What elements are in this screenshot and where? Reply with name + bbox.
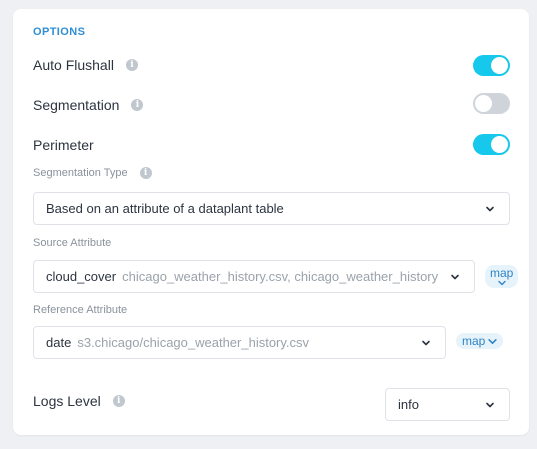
toggle-knob <box>491 57 508 74</box>
auto-flushall-label: Auto Flushall <box>33 57 114 73</box>
info-icon[interactable]: i <box>125 59 138 71</box>
segmentation-type-value: Based on an attribute of a dataplant tab… <box>46 201 284 216</box>
reference-attribute-label-row: Reference Attribute <box>33 304 127 316</box>
reference-attribute-select[interactable]: date s3.chicago/chicago_weather_history.… <box>33 326 446 359</box>
toggle-knob <box>475 95 492 112</box>
segmentation-type-label-row: Segmentation Type i <box>33 167 152 179</box>
perimeter-label: Perimeter <box>33 137 94 153</box>
segmentation-toggle[interactable] <box>473 93 510 114</box>
segmentation-type-label: Segmentation Type <box>33 167 128 179</box>
perimeter-row: Perimeter <box>33 137 94 153</box>
info-icon[interactable]: i <box>112 395 125 407</box>
perimeter-toggle[interactable] <box>473 134 510 155</box>
source-attribute-select[interactable]: cloud_cover chicago_weather_history.csv,… <box>33 260 475 293</box>
reference-map-button[interactable]: map <box>456 333 504 349</box>
segmentation-label: Segmentation <box>33 97 120 113</box>
source-attribute-source: chicago_weather_history.csv, chicago_wea… <box>122 269 438 284</box>
reference-attribute-source: s3.chicago/chicago_weather_history.csv <box>77 335 310 350</box>
chevron-down-icon <box>422 340 430 346</box>
source-map-button[interactable]: map <box>485 265 519 288</box>
reference-attribute-value: date <box>46 335 72 350</box>
chevron-down-icon <box>486 206 494 212</box>
info-icon[interactable]: i <box>139 167 152 179</box>
logs-level-row: Logs Level i <box>33 393 125 409</box>
auto-flushall-row: Auto Flushall i <box>33 57 138 73</box>
source-attribute-value: cloud_cover <box>46 269 117 284</box>
chevron-down-icon <box>451 274 459 280</box>
map-label: map <box>462 334 486 348</box>
section-title: OPTIONS <box>33 26 86 38</box>
chevron-down-icon <box>488 338 498 344</box>
map-label: map <box>490 266 514 280</box>
info-icon[interactable]: i <box>131 99 144 111</box>
chevron-down-icon <box>486 402 494 408</box>
source-attribute-label-row: Source Attribute <box>33 237 111 249</box>
toggle-knob <box>491 136 508 153</box>
chevron-down-icon <box>497 280 506 286</box>
auto-flushall-toggle[interactable] <box>473 55 510 76</box>
segmentation-type-select[interactable]: Based on an attribute of a dataplant tab… <box>33 192 510 225</box>
source-attribute-label: Source Attribute <box>33 237 112 249</box>
reference-attribute-label: Reference Attribute <box>33 304 128 316</box>
logs-level-select[interactable]: info <box>385 388 510 421</box>
logs-level-value: info <box>398 397 419 412</box>
segmentation-row: Segmentation i <box>33 97 144 113</box>
logs-level-label: Logs Level <box>33 393 101 409</box>
